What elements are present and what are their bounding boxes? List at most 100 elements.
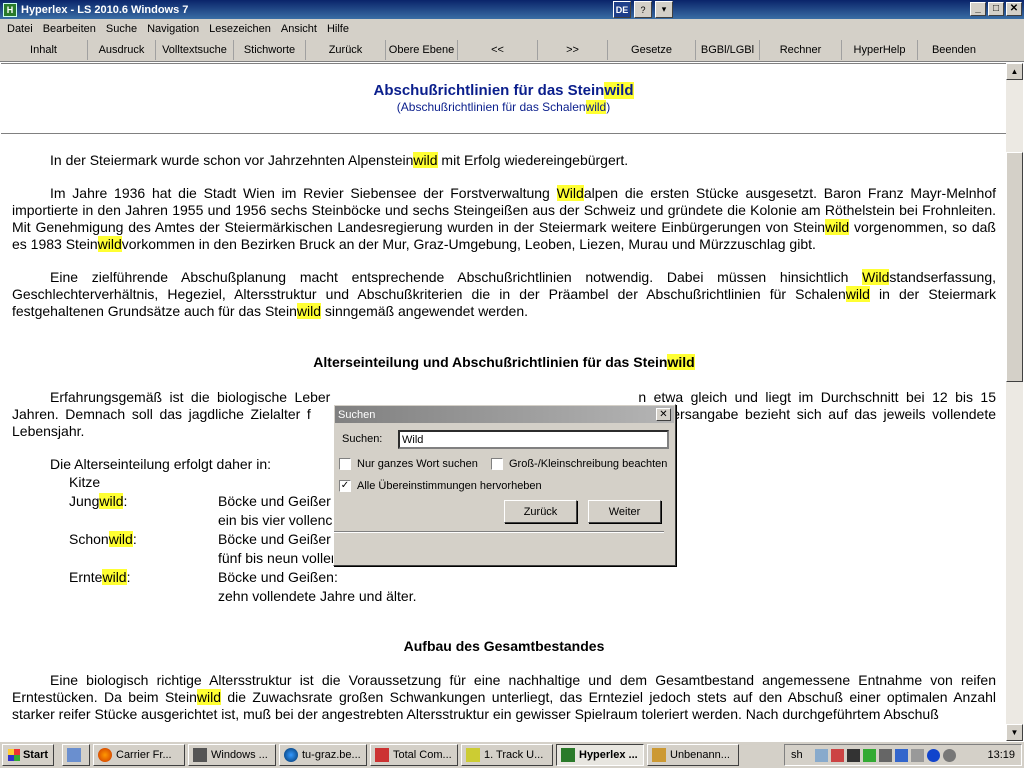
- search-input[interactable]: [398, 430, 669, 449]
- total-commander-icon: [375, 748, 389, 762]
- toolbar-next-button[interactable]: >>: [538, 40, 608, 60]
- minimize-icon[interactable]: _: [970, 2, 986, 16]
- task-label: Unbenann...: [670, 749, 730, 761]
- toolbar: Inhalt Ausdruck Volltextsuche Stichworte…: [0, 38, 1024, 62]
- maximize-icon[interactable]: □: [988, 2, 1004, 16]
- tray-drive-icon[interactable]: [911, 748, 924, 762]
- dialog-next-button[interactable]: Weiter: [588, 500, 661, 523]
- dialog-title: Suchen: [338, 408, 376, 421]
- taskbar: Start Carrier Fr... Windows ... tu-graz.…: [0, 741, 1024, 768]
- text: In der Steiermark wurde schon vor Jahrze…: [50, 152, 414, 168]
- menu-ansicht[interactable]: Ansicht: [276, 23, 322, 35]
- show-desktop-icon[interactable]: [62, 744, 90, 766]
- search-highlight: Wild: [862, 269, 890, 285]
- scroll-thumb[interactable]: [1006, 152, 1023, 382]
- help-icon[interactable]: ?: [634, 1, 652, 18]
- list-item: zehn vollendete Jahre und älter.: [69, 587, 996, 606]
- search-highlight: wild: [604, 82, 634, 99]
- vertical-scrollbar[interactable]: ▲ ▼: [1006, 63, 1023, 741]
- menu-suche[interactable]: Suche: [101, 23, 142, 35]
- taskbar-item[interactable]: Total Com...: [370, 744, 458, 766]
- list-value: ein bis vier vollenc: [218, 512, 333, 528]
- section-heading-gesamtbestand: Aufbau des Gesamtbestandes: [403, 638, 605, 654]
- toolbar-ausdruck-button[interactable]: Ausdruck: [88, 40, 156, 60]
- toolbar-zurueck-button[interactable]: Zurück: [306, 40, 386, 60]
- toolbar-gesetze-button[interactable]: Gesetze: [608, 40, 696, 60]
- task-label: tu-graz.be...: [302, 749, 361, 761]
- tray-update-icon[interactable]: [895, 748, 908, 762]
- task-label: Windows ...: [211, 749, 268, 761]
- tray-monitor-icon[interactable]: [879, 748, 892, 762]
- dialog-back-button[interactable]: Zurück: [504, 500, 577, 523]
- checkbox-unchecked-icon[interactable]: [339, 458, 351, 470]
- text: Eine zielführende Abschußplanung macht e…: [50, 269, 863, 285]
- clock: 13:19: [987, 749, 1015, 761]
- checkbox-unchecked-icon[interactable]: [491, 458, 503, 470]
- menu-navigation[interactable]: Navigation: [142, 23, 204, 35]
- close-icon[interactable]: ✕: [1006, 2, 1022, 16]
- toolbar-previous-button[interactable]: <<: [458, 40, 538, 60]
- search-highlight: wild: [108, 531, 133, 547]
- tray-volume-icon[interactable]: [847, 748, 860, 762]
- tray-app-icon[interactable]: [815, 748, 828, 762]
- menu-hilfe[interactable]: Hilfe: [322, 23, 354, 35]
- search-highlight: wild: [196, 689, 221, 705]
- tray-settings-icon[interactable]: [943, 748, 956, 762]
- taskbar-item[interactable]: 1. Track U...: [461, 744, 553, 766]
- tray-bluetooth-icon[interactable]: [927, 748, 940, 762]
- scroll-up-icon[interactable]: ▲: [1006, 63, 1023, 80]
- option-highlight-all[interactable]: ✓ Alle Übereinstimmungen hervorheben: [339, 480, 542, 492]
- list-value: zehn vollendete Jahre und älter.: [218, 588, 417, 604]
- scroll-down-icon[interactable]: ▼: [1006, 724, 1023, 741]
- tray-security-icon[interactable]: [863, 748, 876, 762]
- console-icon: [193, 748, 207, 762]
- desktop-icon: [67, 748, 81, 762]
- toolbar-beenden-button[interactable]: Beenden: [918, 40, 990, 60]
- toolbar-bgbl-button[interactable]: BGBl/LGBl: [696, 40, 760, 60]
- toolbar-volltextsuche-button[interactable]: Volltextsuche: [156, 40, 234, 60]
- tray-network-icon[interactable]: [831, 748, 844, 762]
- taskbar-item-active[interactable]: Hyperlex ...: [556, 744, 644, 766]
- menu-lesezeichen[interactable]: Lesezeichen: [204, 23, 276, 35]
- text: Erfahrungsgemäß ist die biologische Lebe…: [50, 389, 331, 405]
- toolbar-obere-ebene-button[interactable]: Obere Ebene: [386, 40, 458, 60]
- dialog-close-icon[interactable]: ✕: [656, 408, 671, 421]
- option-case-sensitive[interactable]: Groß-/Kleinschreibung beachten: [491, 458, 667, 470]
- search-dialog: Suchen ✕ Suchen: Nur ganzes Wort suchen …: [333, 404, 676, 566]
- windows-logo-icon: [7, 749, 20, 761]
- chevron-down-icon[interactable]: ▾: [655, 1, 673, 18]
- taskbar-item[interactable]: Windows ...: [188, 744, 276, 766]
- text: Schon: [69, 531, 109, 547]
- taskbar-item[interactable]: tu-graz.be...: [279, 744, 367, 766]
- subtitle-text-end: ): [606, 100, 611, 114]
- paragraph-3: Eine zielführende Abschußplanung macht e…: [12, 269, 996, 320]
- toolbar-rechner-button[interactable]: Rechner: [760, 40, 842, 60]
- checkbox-checked-icon[interactable]: ✓: [339, 480, 351, 492]
- text: :: [126, 569, 131, 585]
- menu-bar: Datei Bearbeiten Suche Navigation Leseze…: [0, 19, 1024, 38]
- search-highlight: Wild: [556, 185, 584, 201]
- start-label: Start: [22, 749, 49, 761]
- list-label-empty: [69, 549, 218, 568]
- taskbar-item[interactable]: Unbenann...: [647, 744, 739, 766]
- search-label: Suchen:: [342, 433, 383, 445]
- firefox-icon: [98, 748, 112, 762]
- taskbar-item[interactable]: Carrier Fr...: [93, 744, 185, 766]
- toolbar-stichworte-button[interactable]: Stichworte: [234, 40, 306, 60]
- toolbar-hyperhelp-button[interactable]: HyperHelp: [842, 40, 918, 60]
- option-label: Alle Übereinstimmungen hervorheben: [357, 480, 542, 492]
- text: Im Jahre 1936 hat die Stadt Wien im Revi…: [50, 185, 557, 201]
- document-header: Abschußrichtlinien für das Steinwild (Ab…: [1, 64, 1006, 134]
- start-button[interactable]: Start: [2, 744, 54, 766]
- language-badge[interactable]: DE: [613, 1, 631, 18]
- list-label: Schonwild:: [69, 530, 218, 549]
- menu-bearbeiten[interactable]: Bearbeiten: [38, 23, 101, 35]
- document-subtitle: (Abschußrichtlinien für das Schalenwild): [1, 100, 1006, 114]
- toolbar-inhalt-button[interactable]: Inhalt: [0, 40, 88, 60]
- system-tray: sh 13:19: [784, 744, 1022, 766]
- hyperlex-app-icon: H: [3, 2, 17, 17]
- input-language[interactable]: sh: [791, 749, 803, 761]
- search-highlight: wild: [667, 354, 695, 370]
- menu-datei[interactable]: Datei: [2, 23, 38, 35]
- option-whole-word[interactable]: Nur ganzes Wort suchen: [339, 458, 478, 470]
